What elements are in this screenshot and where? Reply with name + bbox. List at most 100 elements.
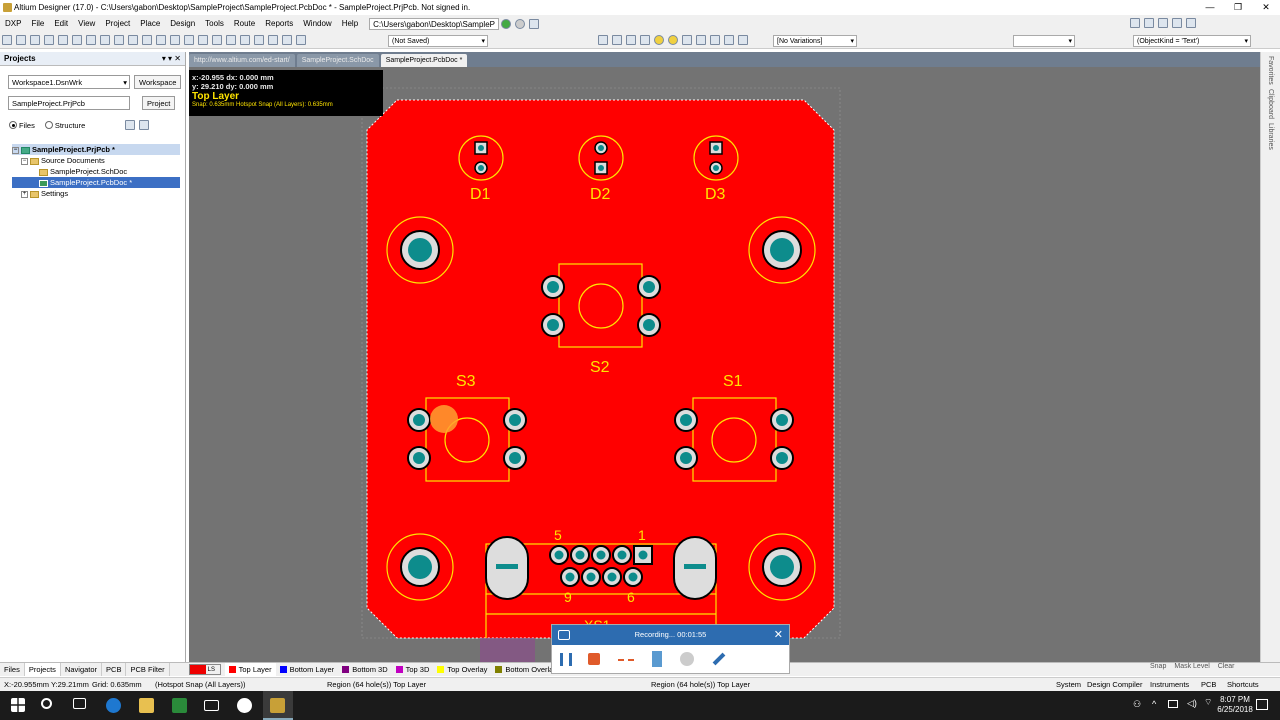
redo-icon[interactable] xyxy=(268,35,278,45)
panel-controls[interactable]: ▾ ▾ ✕ xyxy=(162,52,181,66)
task-view-icon[interactable] xyxy=(73,698,86,709)
component-icon[interactable] xyxy=(738,35,748,45)
status-design-compiler[interactable]: Design Compiler xyxy=(1087,678,1142,691)
store-icon[interactable] xyxy=(172,698,187,713)
arc-icon[interactable] xyxy=(682,35,692,45)
menu-dxp[interactable]: DXP xyxy=(0,19,26,28)
menu-help[interactable]: Help xyxy=(337,19,363,28)
move-icon[interactable] xyxy=(212,35,222,45)
zoom-area-icon[interactable] xyxy=(100,35,110,45)
undo-icon[interactable] xyxy=(254,35,264,45)
layer-tab-bottom[interactable]: Bottom Layer xyxy=(276,663,339,676)
structure-radio[interactable] xyxy=(44,121,53,129)
cross-probe-icon[interactable] xyxy=(240,35,250,45)
collapse-icon[interactable]: − xyxy=(21,157,28,165)
people-icon[interactable]: ⚇ xyxy=(1133,699,1141,710)
menu-design[interactable]: Design xyxy=(165,19,200,28)
tree-item-settings[interactable]: + Settings xyxy=(12,188,180,199)
settings-icon[interactable] xyxy=(1186,18,1196,28)
layer-tab-top[interactable]: Top Layer xyxy=(224,663,276,676)
tree-item-project[interactable]: − SampleProject.PrjPcb * xyxy=(12,144,180,155)
menu-project[interactable]: Project xyxy=(100,19,135,28)
menu-view[interactable]: View xyxy=(73,19,100,28)
favorites-tab[interactable]: Favorites xyxy=(1267,56,1274,85)
fill-icon[interactable] xyxy=(696,35,706,45)
tab-files[interactable]: Files xyxy=(0,663,25,676)
interactive-route-icon[interactable] xyxy=(598,35,608,45)
clear-button[interactable]: Clear xyxy=(1218,663,1235,670)
mail-icon[interactable] xyxy=(204,700,219,711)
copy-icon[interactable] xyxy=(156,35,166,45)
filter-icon[interactable] xyxy=(1144,18,1154,28)
menu-window[interactable]: Window xyxy=(298,19,336,28)
pad-icon[interactable] xyxy=(668,35,678,45)
workspace-button[interactable]: Workspace xyxy=(134,75,182,89)
restore-button[interactable]: ❐ xyxy=(1224,0,1252,15)
tune-icon[interactable] xyxy=(640,35,650,45)
project-options-icon[interactable] xyxy=(139,120,150,130)
open-icon[interactable] xyxy=(16,35,26,45)
variations-combo[interactable]: [No Variations] xyxy=(773,35,857,47)
battery-icon[interactable] xyxy=(1168,700,1178,708)
rubber-stamp-icon[interactable] xyxy=(184,35,194,45)
rules-icon[interactable] xyxy=(296,35,306,45)
new-icon[interactable] xyxy=(2,35,12,45)
webcam-icon[interactable] xyxy=(680,652,694,666)
diff-pair-icon[interactable] xyxy=(612,35,622,45)
collapse-icon[interactable]: − xyxy=(12,146,19,154)
expand-icon[interactable]: + xyxy=(21,190,28,198)
menu-file[interactable]: File xyxy=(26,19,49,28)
zoom-selected-icon[interactable] xyxy=(128,35,138,45)
recording-close-button[interactable]: ✕ xyxy=(774,625,783,645)
refresh-icon[interactable] xyxy=(125,120,136,130)
edge-icon[interactable] xyxy=(106,698,121,713)
path-field[interactable]: C:\Users\gabon\Desktop\SampleP xyxy=(369,17,500,30)
files-radio[interactable] xyxy=(9,121,17,129)
libraries-tab[interactable]: Libraries xyxy=(1267,123,1274,150)
print-icon[interactable] xyxy=(44,35,54,45)
notifications-icon[interactable] xyxy=(1256,699,1268,710)
save-icon[interactable] xyxy=(30,35,40,45)
grid-icon[interactable] xyxy=(1172,18,1182,28)
folder-icon[interactable] xyxy=(86,35,96,45)
status-instruments[interactable]: Instruments xyxy=(1150,678,1189,691)
select-icon[interactable] xyxy=(198,35,208,45)
multi-route-icon[interactable] xyxy=(626,35,636,45)
menu-tools[interactable]: Tools xyxy=(200,19,229,28)
cut-icon[interactable] xyxy=(142,35,152,45)
status-shortcuts[interactable]: Shortcuts xyxy=(1227,678,1259,691)
tab-pcb[interactable]: PCB xyxy=(102,663,127,676)
menu-edit[interactable]: Edit xyxy=(49,19,73,28)
tab-altium-start[interactable]: http://www.altium.com/ed-start/ xyxy=(189,54,295,67)
pen-icon[interactable] xyxy=(712,652,726,666)
align-icon[interactable] xyxy=(1158,18,1168,28)
tree-item-schdoc[interactable]: SampleProject.SchDoc xyxy=(12,166,180,177)
tree-item-source-docs[interactable]: − Source Documents xyxy=(12,155,180,166)
3d-view-icon[interactable] xyxy=(72,35,82,45)
forward-icon[interactable] xyxy=(515,18,526,29)
current-layer-indicator[interactable]: LS xyxy=(188,664,221,675)
snap-button[interactable]: Snap xyxy=(1150,663,1166,670)
zoom-fit-icon[interactable] xyxy=(114,35,124,45)
windows-start-icon[interactable] xyxy=(11,698,25,712)
pause-icon[interactable] xyxy=(560,652,572,666)
paste-icon[interactable] xyxy=(170,35,180,45)
menu-reports[interactable]: Reports xyxy=(260,19,298,28)
pcb-drawing[interactable]: D1 D2 D3 S2 S3 S1 5 1 9 6 xyxy=(189,67,1260,662)
menu-place[interactable]: Place xyxy=(135,19,165,28)
status-pcb[interactable]: PCB xyxy=(1201,678,1216,691)
tab-pcbdoc[interactable]: SampleProject.PcbDoc * xyxy=(380,54,468,67)
filter-combo[interactable]: (ObjectKind = 'Text') xyxy=(1133,35,1251,47)
line-tool-icon[interactable] xyxy=(618,658,634,661)
menu-route[interactable]: Route xyxy=(229,19,260,28)
minimize-button[interactable]: — xyxy=(1196,0,1224,15)
tab-navigator[interactable]: Navigator xyxy=(61,663,103,676)
deselect-icon[interactable] xyxy=(226,35,236,45)
mask-level-button[interactable]: Mask Level xyxy=(1174,663,1209,670)
project-button[interactable]: Project xyxy=(142,96,176,110)
via-icon[interactable] xyxy=(654,35,664,45)
tree-item-pcbdoc[interactable]: SampleProject.PcbDoc * xyxy=(12,177,180,188)
saved-state-combo[interactable]: (Not Saved) xyxy=(388,35,488,47)
network-icon[interactable]: ⌔ xyxy=(1204,697,1212,708)
clipboard-tab[interactable]: Clipboard xyxy=(1267,89,1274,119)
